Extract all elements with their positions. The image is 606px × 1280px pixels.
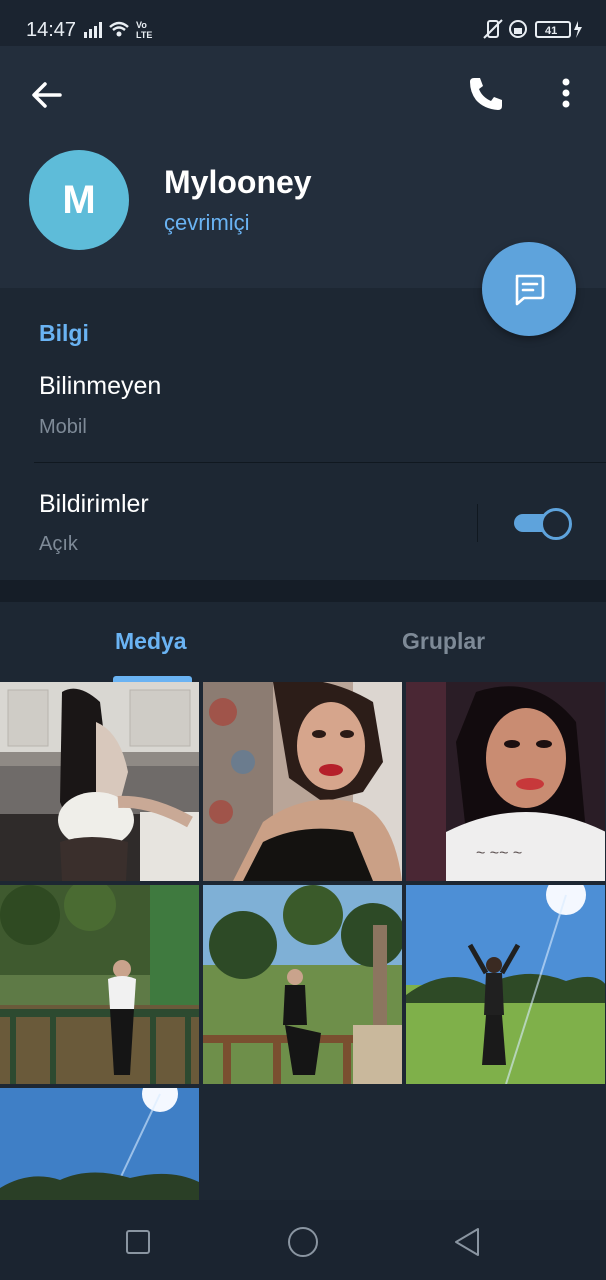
media-tabs: Medya Gruplar [0, 602, 606, 682]
tab-media[interactable]: Medya [115, 628, 187, 655]
section-gap [0, 580, 606, 602]
phone-value[interactable]: Bilinmeyen [39, 372, 161, 401]
phone-icon [470, 78, 502, 110]
tab-groups[interactable]: Gruplar [402, 628, 485, 655]
photo-selfie-bed-image [203, 682, 402, 881]
media-item[interactable]: ~ ~~ ~ [406, 682, 605, 881]
triangle-back-icon [455, 1228, 479, 1256]
status-bar: 14:47 Vo LTE 41 [0, 0, 606, 46]
media-grid: ~ ~~ ~ [0, 682, 606, 1200]
svg-text:Vo: Vo [136, 20, 147, 30]
system-navigation-bar [0, 1200, 606, 1280]
more-vertical-icon [562, 78, 570, 108]
square-icon [126, 1230, 150, 1254]
chat-message-icon [515, 274, 545, 306]
arrow-left-icon [32, 82, 62, 108]
photo-garden-fence-image [0, 885, 199, 1084]
photo-field-sky-image [406, 885, 605, 1084]
send-message-button[interactable] [482, 242, 576, 336]
media-item[interactable] [203, 885, 402, 1084]
phone-type-label: Mobil [39, 416, 87, 438]
media-item[interactable] [0, 682, 199, 881]
divider [34, 462, 606, 463]
status-right-icons: 41 [483, 19, 582, 39]
circle-icon [288, 1227, 318, 1257]
info-section-title: Bilgi [39, 320, 89, 346]
more-options-button[interactable] [550, 72, 582, 116]
notifications-state: Açık [39, 533, 78, 555]
notifications-label[interactable]: Bildirimler [39, 490, 149, 519]
status-time: 14:47 [26, 19, 77, 41]
svg-text:LTE: LTE [136, 30, 152, 40]
svg-text:41: 41 [545, 25, 557, 37]
media-item[interactable] [406, 885, 605, 1084]
recent-apps-button[interactable] [118, 1222, 158, 1262]
call-button[interactable] [464, 72, 508, 116]
notifications-toggle[interactable] [514, 508, 572, 540]
avatar[interactable]: M [29, 150, 129, 250]
media-item[interactable] [0, 885, 199, 1084]
toggle-knob [540, 508, 572, 540]
media-item[interactable] [203, 682, 402, 881]
online-status: çevrimiçi [164, 210, 250, 235]
back-nav-button[interactable] [448, 1222, 488, 1262]
photo-selfie-dark-image: ~ ~~ ~ [406, 682, 605, 881]
signal-wifi-icons: Vo LTE [84, 20, 152, 40]
media-item[interactable] [0, 1088, 199, 1200]
svg-text:~ ~~ ~: ~ ~~ ~ [476, 845, 522, 862]
contact-name: Mylooney [164, 164, 312, 200]
photo-sky-trees-image [0, 1088, 199, 1200]
photo-kitchen-image [0, 682, 199, 881]
vertical-divider [477, 504, 478, 542]
photo-park-fence-image [203, 885, 402, 1084]
home-button[interactable] [283, 1222, 323, 1262]
back-button[interactable] [26, 74, 68, 116]
